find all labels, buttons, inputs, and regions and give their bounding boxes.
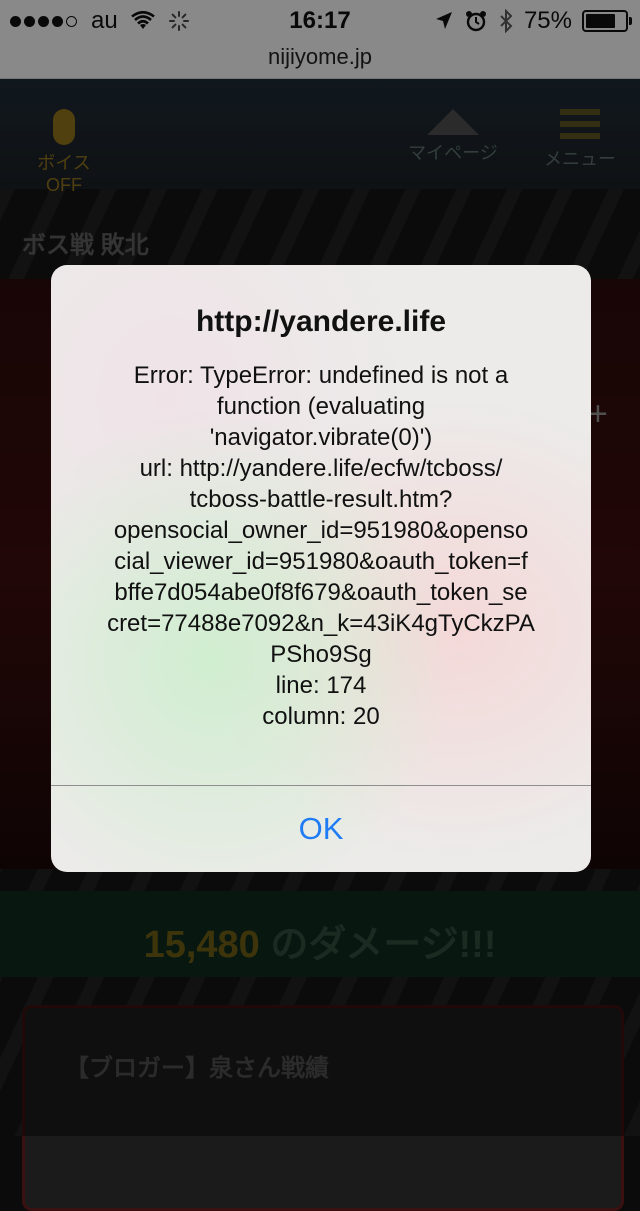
alert-message-line: PSho9Sg (270, 641, 372, 668)
alert-message-line: cial_viewer_id=951980&oauth_token=f (114, 548, 528, 575)
alert-message-line: 'navigator.vibrate(0)') (209, 424, 433, 451)
alert-message-line: tcboss-battle-result.htm? (189, 486, 453, 513)
alert-message-line: url: http://yandere.life/ecfw/tcboss/ (139, 455, 503, 482)
alert-message-line: bffe7d054abe0f8f679&oauth_token_se (114, 579, 528, 606)
alert-title: http://yandere.life (195, 305, 447, 338)
alert-message-line: cret=77488e7092&n_k=43iK4gTyCkzPA (107, 610, 535, 637)
ok-button[interactable]: OK (51, 786, 591, 872)
alert-message-line: line: 174 (275, 672, 367, 699)
alert-message-line: column: 20 (262, 703, 380, 730)
alert-message-line: function (evaluating (216, 393, 426, 420)
alert-message-line: opensocial_owner_id=951980&openso (113, 517, 529, 544)
alert-message: Error: TypeError: undefined is not a fun… (71, 360, 571, 732)
alert-message-line: Error: TypeError: undefined is not a (133, 362, 509, 389)
error-alert-dialog: http://yandere.life Error: TypeError: un… (51, 265, 591, 872)
